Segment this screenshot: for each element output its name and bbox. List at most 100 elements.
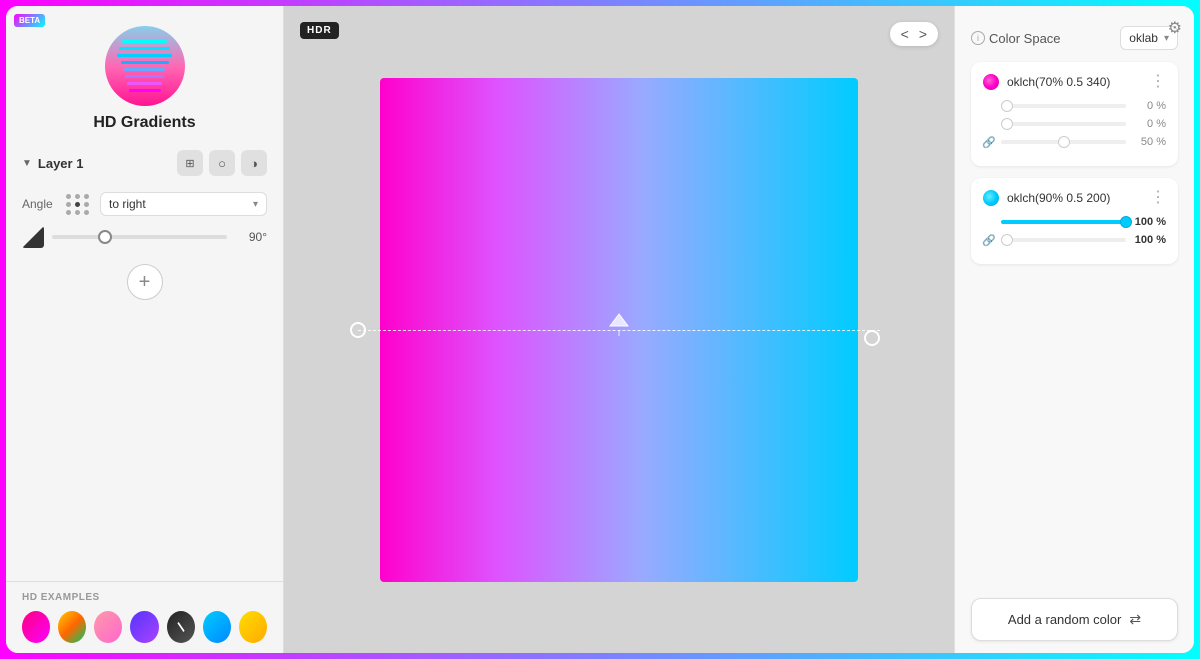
slider-2a-track[interactable] (1001, 220, 1126, 224)
layer-title: Layer 1 (38, 156, 84, 171)
slider-1b-track[interactable] (1001, 122, 1126, 126)
color-stop-2-block: oklch(90% 0.5 200) ⋮ 100 % 🔗 100 % (971, 178, 1178, 264)
example-swatch-magenta[interactable] (22, 611, 50, 643)
color-space-value: oklab (1129, 31, 1158, 45)
slider-1a-value: 0 % (1132, 100, 1166, 112)
circle-view-button[interactable]: ○ (209, 150, 235, 176)
beta-badge: BETA (14, 14, 45, 27)
color-stop-2-header: oklch(90% 0.5 200) ⋮ (983, 190, 1166, 206)
color-stop-1-block: oklch(70% 0.5 340) ⋮ 0 % 0 % (971, 62, 1178, 166)
angle-slider-thumb[interactable] (98, 230, 112, 244)
slider-2a-thumb[interactable] (1120, 216, 1132, 228)
angle-value-text: to right (109, 197, 146, 211)
angle-slider-track[interactable] (52, 235, 227, 239)
settings-button[interactable]: ⚙ (1168, 18, 1182, 38)
color-stop-1-dot[interactable] (983, 74, 999, 90)
color-stop-2-dot[interactable] (983, 190, 999, 206)
slider-1a-icon (983, 100, 995, 112)
dot-mc[interactable] (75, 202, 80, 207)
sidebar-header: HD Gradients (6, 6, 283, 146)
angle-dropdown[interactable]: to right ▾ (100, 192, 267, 216)
slider-2a-icon (983, 216, 995, 228)
dot-tc[interactable] (75, 194, 80, 199)
dot-ml[interactable] (66, 202, 71, 207)
half-circle-icon: ◑ (250, 156, 258, 171)
slider-1b-thumb[interactable] (1001, 118, 1013, 130)
gradient-handle-right[interactable] (864, 330, 880, 346)
hdr-badge: HDR (300, 22, 339, 39)
color-space-text: Color Space (989, 31, 1061, 46)
example-swatch-pink[interactable] (94, 611, 122, 643)
slider-2b-value: 100 % (1132, 234, 1166, 246)
example-swatch-rainbow[interactable] (58, 611, 86, 643)
add-random-label: Add a random color (1008, 612, 1121, 627)
dot-mr[interactable] (84, 202, 89, 207)
color-stop-2-slider-1: 100 % (983, 216, 1166, 228)
angle-degree-value: 90° (235, 230, 267, 244)
slider-1c-thumb[interactable] (1058, 136, 1070, 148)
gear-icon: ⚙ (1168, 20, 1182, 37)
layer-icons: ⊞ ○ ◑ (177, 150, 267, 176)
gradient-handle-left[interactable] (350, 322, 366, 338)
dot-bl[interactable] (66, 210, 71, 215)
angle-label: Angle (22, 197, 58, 211)
direction-dots[interactable] (66, 194, 90, 215)
example-swatch-yellow[interactable] (239, 611, 267, 643)
color-space-row: i Color Space oklab ▾ (971, 26, 1178, 50)
dot-tr[interactable] (84, 194, 89, 199)
sidebar-footer: HD EXAMPLES / (6, 581, 283, 653)
grid-icon: ⊞ (185, 157, 194, 170)
color-stop-1-more-button[interactable]: ⋮ (1150, 74, 1166, 90)
color-stop-2-name: oklch(90% 0.5 200) (1007, 191, 1142, 205)
angle-slider-icon (22, 226, 44, 248)
layer-collapse-icon[interactable]: ▼ (22, 158, 32, 169)
slider-1a-track[interactable] (1001, 104, 1126, 108)
add-layer-button[interactable]: + (127, 264, 163, 300)
color-stop-2-slider-2: 🔗 100 % (983, 234, 1166, 246)
midpoint-stem (619, 330, 620, 336)
slider-1a-thumb[interactable] (1001, 100, 1013, 112)
angle-control-row: Angle to right ▾ (22, 192, 267, 216)
layer-title-row: ▼ Layer 1 (22, 156, 83, 171)
app-title: HD Gradients (93, 114, 195, 132)
hd-examples-label: HD EXAMPLES (22, 592, 267, 603)
slider-2b-track[interactable] (1001, 238, 1126, 242)
info-icon[interactable]: i (971, 31, 985, 45)
right-panel: ⚙ i Color Space oklab ▾ oklch(70% 0.5 34… (954, 6, 1194, 653)
examples-row: / (22, 611, 267, 643)
nav-arrows: < > (890, 22, 938, 46)
dot-tl[interactable] (66, 194, 71, 199)
example-swatch-dark[interactable]: / (167, 611, 195, 643)
gradient-canvas[interactable] (380, 78, 858, 582)
nav-left-button[interactable]: < (898, 26, 912, 42)
dot-br[interactable] (84, 210, 89, 215)
slider-1b-icon (983, 118, 995, 130)
chevron-down-icon: ▾ (253, 199, 258, 210)
slider-1c-value: 50 % (1132, 136, 1166, 148)
slider-1b-value: 0 % (1132, 118, 1166, 130)
slider-1c-track[interactable] (1001, 140, 1126, 144)
nav-right-button[interactable]: > (916, 26, 930, 42)
angle-slider-row: 90° (22, 226, 267, 248)
add-random-color-button[interactable]: Add a random color ⇄ (971, 598, 1178, 641)
color-stop-1-slider-3: 🔗 50 % (983, 136, 1166, 148)
color-stop-1-slider-2: 0 % (983, 118, 1166, 130)
color-stop-1-header: oklch(70% 0.5 340) ⋮ (983, 74, 1166, 90)
sidebar: BETA HD Gradients ▼ (6, 6, 284, 653)
slider-2b-thumb[interactable] (1001, 234, 1013, 246)
logo-decoration (105, 26, 185, 106)
circle-icon: ○ (218, 156, 226, 171)
layer-header: ▼ Layer 1 ⊞ ○ ◑ (22, 146, 267, 180)
example-swatch-purple[interactable] (130, 611, 158, 643)
example-swatch-cyan[interactable] (203, 611, 231, 643)
grid-view-button[interactable]: ⊞ (177, 150, 203, 176)
logo-circle (105, 26, 185, 106)
half-circle-view-button[interactable]: ◑ (241, 150, 267, 176)
color-stop-1-slider-1: 0 % (983, 100, 1166, 112)
dot-bc[interactable] (75, 210, 80, 215)
sidebar-content: ▼ Layer 1 ⊞ ○ ◑ Angle (6, 146, 283, 581)
color-stop-2-more-button[interactable]: ⋮ (1150, 190, 1166, 206)
link-icon-1: 🔗 (983, 136, 995, 148)
link-icon-2: 🔗 (983, 234, 995, 246)
slider-2a-value: 100 % (1132, 216, 1166, 228)
